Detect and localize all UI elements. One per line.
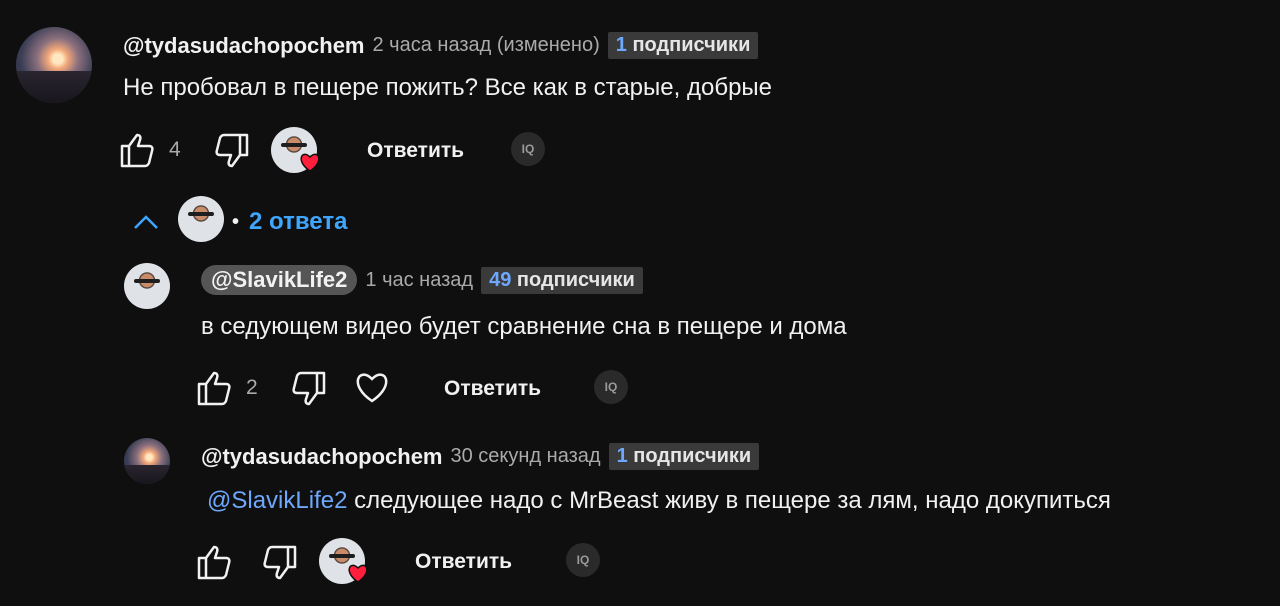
heart-icon	[347, 563, 368, 583]
subscriber-label: подписчики	[632, 34, 751, 56]
heart-button[interactable]	[354, 370, 390, 404]
thumb-up-icon	[197, 371, 231, 406]
reply-button[interactable]: Ответить	[415, 550, 512, 574]
subscriber-badge: 1 подписчики	[608, 443, 760, 470]
subscriber-count: 49	[489, 268, 512, 291]
comment-author[interactable]: @tydasudachopochem	[123, 33, 365, 59]
thumb-up-icon	[197, 545, 231, 580]
like-button[interactable]	[120, 132, 158, 168]
thumb-down-icon	[292, 371, 326, 406]
thumb-down-icon	[263, 545, 297, 580]
avatar[interactable]	[124, 438, 170, 484]
subscriber-count: 1	[616, 445, 628, 467]
iq-icon[interactable]: IQ	[511, 132, 545, 166]
subscriber-label: подписчики	[633, 445, 752, 467]
replies-count[interactable]: 2 ответа	[249, 208, 347, 236]
comment-time[interactable]: 30 секунд назад	[451, 445, 601, 468]
reply-button[interactable]: Ответить	[367, 139, 464, 163]
comment-author[interactable]: @SlavikLife2	[201, 265, 358, 295]
comment-text: в седующем видео будет сравнение сна в п…	[201, 313, 847, 340]
avatar[interactable]	[16, 27, 92, 103]
iq-icon[interactable]: IQ	[594, 370, 628, 404]
subscriber-badge: 1 подписчики	[607, 32, 759, 59]
replies-toggle[interactable]: • 2 ответа	[232, 208, 347, 236]
comment-text: @SlavikLife2 следующее надо с MrBeast жи…	[207, 487, 1111, 515]
subscriber-label: подписчики	[516, 268, 635, 291]
comment-text: Не пробовал в пещере пожить? Все как в с…	[123, 74, 773, 101]
like-button[interactable]	[197, 544, 235, 580]
heart-outline-icon	[356, 373, 388, 403]
collapse-replies-button[interactable]	[132, 212, 160, 232]
avatar[interactable]	[124, 263, 170, 309]
heart-icon	[299, 152, 320, 172]
like-count: 2	[246, 376, 258, 399]
like-button[interactable]	[197, 370, 235, 406]
comment-time[interactable]: 2 часа назад (изменено)	[373, 34, 600, 57]
like-count: 4	[169, 138, 181, 161]
reply-button[interactable]: Ответить	[444, 377, 541, 401]
replies-dot: •	[232, 210, 240, 233]
comment-body: следующее надо с MrBeast живу в пещере з…	[347, 487, 1111, 514]
subscriber-badge: 49 подписчики	[481, 266, 643, 294]
comment-time[interactable]: 1 час назад	[365, 269, 473, 292]
dislike-button[interactable]	[259, 545, 297, 581]
iq-icon[interactable]: IQ	[566, 543, 600, 577]
replier-avatar	[178, 196, 224, 242]
thumb-up-icon	[120, 133, 154, 168]
dislike-button[interactable]	[288, 371, 326, 407]
subscriber-count: 1	[615, 34, 627, 56]
chevron-up-icon	[134, 215, 158, 229]
dislike-button[interactable]	[211, 133, 249, 169]
thumb-down-icon	[215, 133, 249, 168]
mention-link[interactable]: @SlavikLife2	[207, 487, 347, 514]
comment-author[interactable]: @tydasudachopochem	[201, 444, 443, 470]
